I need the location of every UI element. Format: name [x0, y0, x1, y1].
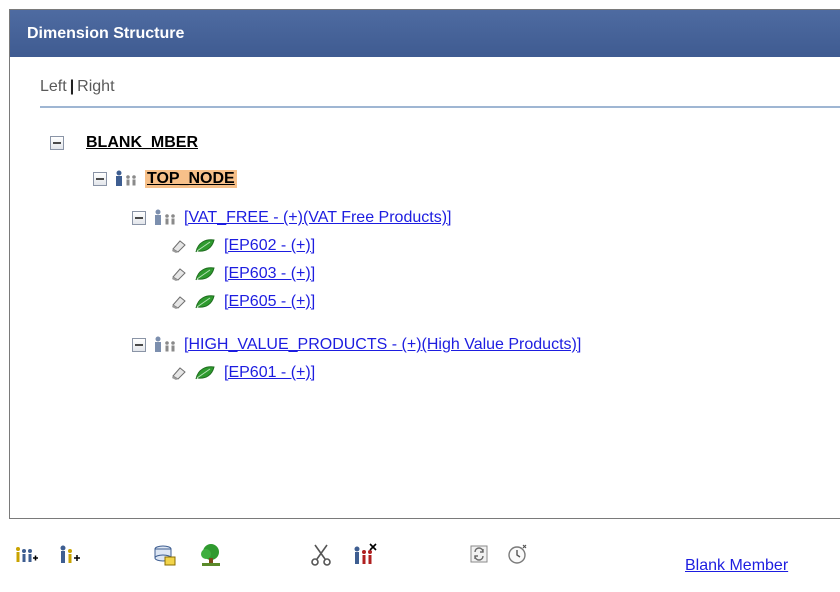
leaf-row: [EP602 - (+)]: [170, 235, 315, 257]
tree-node-row: [HIGH_VALUE_PRODUCTS - (+)(High Value Pr…: [132, 334, 581, 356]
panel-header: Dimension Structure: [10, 10, 840, 57]
collapse-icon[interactable]: [93, 172, 107, 186]
leaf-icon: [195, 366, 215, 380]
refresh-icon[interactable]: [469, 540, 491, 570]
eraser-icon: [172, 296, 186, 309]
insert-sibling-icon[interactable]: [58, 540, 82, 570]
leaf-icon: [195, 295, 215, 309]
node-link-high-value[interactable]: [HIGH_VALUE_PRODUCTS - (+)(High Value Pr…: [184, 336, 581, 354]
leaf-icon: [195, 239, 215, 253]
collapse-icon[interactable]: [132, 338, 146, 352]
left-link[interactable]: Left: [40, 78, 67, 95]
divider: [40, 106, 840, 108]
node-link-vat-free[interactable]: [VAT_FREE - (+)(VAT Free Products)]: [184, 209, 451, 227]
node-icon: [155, 209, 175, 225]
collapse-icon[interactable]: [50, 136, 64, 150]
node-detail-icon[interactable]: [153, 540, 177, 570]
eraser-icon: [172, 240, 186, 253]
tree-icon[interactable]: [198, 540, 224, 570]
eraser-icon: [172, 367, 186, 380]
leaf-link-ep605[interactable]: [EP605 - (+)]: [224, 293, 315, 311]
leaf-link-ep602[interactable]: [EP602 - (+)]: [224, 237, 315, 255]
root-node-link[interactable]: BLANK_MBER: [86, 134, 198, 152]
delete-node-icon[interactable]: [352, 540, 378, 570]
blank-member-link[interactable]: Blank Member: [685, 557, 788, 575]
node-icon: [155, 336, 175, 352]
eraser-icon: [172, 268, 186, 281]
top-node-link[interactable]: TOP_NODE: [145, 170, 237, 188]
top-node-row: TOP_NODE: [93, 168, 237, 190]
separator: |: [69, 78, 75, 95]
insert-child-icon[interactable]: [14, 540, 38, 570]
tree-node-row: [VAT_FREE - (+)(VAT Free Products)]: [132, 207, 451, 229]
panel-title: Dimension Structure: [27, 25, 185, 42]
right-link[interactable]: Right: [77, 78, 114, 95]
leaf-link-ep603[interactable]: [EP603 - (+)]: [224, 265, 315, 283]
dimension-structure-panel: Dimension Structure Left | Right BLANK_MBE…: [9, 9, 840, 519]
collapse-icon[interactable]: [132, 211, 146, 225]
leaf-link-ep601[interactable]: [EP601 - (+)]: [224, 364, 315, 382]
left-right-toggle: Left | Right: [40, 78, 115, 96]
node-icon: [116, 170, 136, 186]
leaf-row: [EP601 - (+)]: [170, 362, 315, 384]
leaf-row: [EP603 - (+)]: [170, 263, 315, 285]
history-icon[interactable]: [506, 540, 530, 570]
leaf-row: [EP605 - (+)]: [170, 291, 315, 313]
tree-root-row: BLANK_MBER: [50, 132, 198, 154]
cut-icon[interactable]: [310, 540, 332, 570]
leaf-icon: [195, 267, 215, 281]
